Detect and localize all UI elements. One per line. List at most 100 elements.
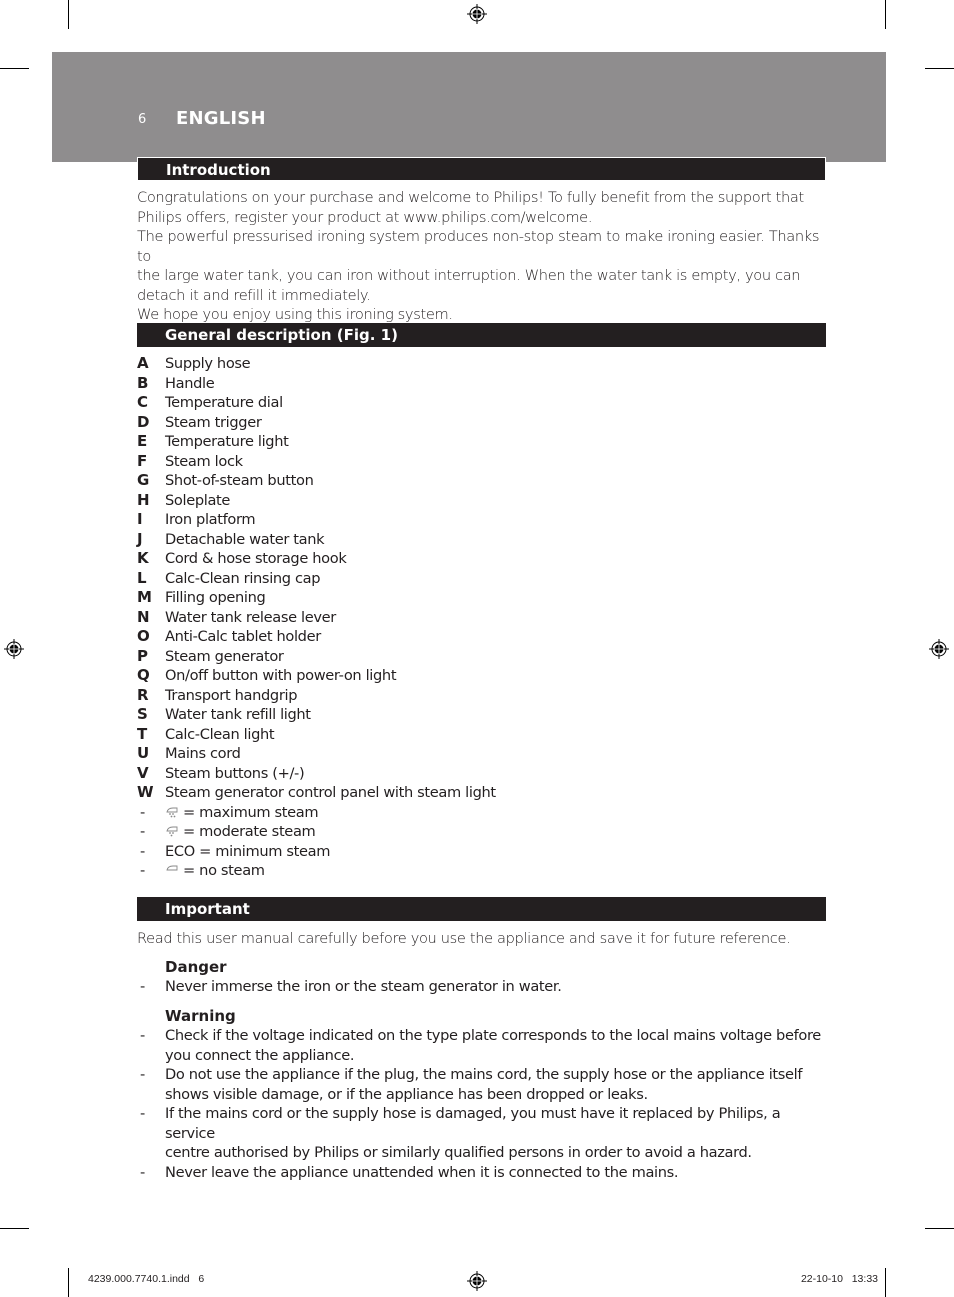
part-item: Q On/off button with power-on light	[137, 666, 837, 686]
steam-setting-item: - = maximum steam	[140, 803, 319, 821]
part-item: G Shot-of-steam button	[137, 471, 837, 491]
part-key: Q	[137, 666, 150, 684]
list-item: - Do not use the appliance if the plug, t…	[137, 1065, 837, 1104]
part-label: Detachable water tank	[165, 530, 325, 548]
list-item: - Check if the voltage indicated on the t…	[137, 1026, 837, 1065]
part-key: K	[137, 549, 149, 567]
part-label: Supply hose	[165, 355, 251, 372]
part-key: H	[137, 490, 150, 509]
moderate-steam-icon	[166, 826, 178, 837]
crop-mark	[885, 0, 886, 29]
text-line: detach it and refill it immediately.	[137, 286, 371, 304]
part-item: F Steam lock	[137, 452, 837, 472]
list-item-text: Do not use the appliance if the plug, th…	[165, 1065, 825, 1104]
list-item-text: Check if the voltage indicated on the ty…	[165, 1026, 825, 1065]
part-key: C	[137, 393, 148, 411]
part-item: H Soleplate	[137, 491, 837, 511]
part-label: Filling opening	[165, 589, 266, 606]
list-item-text: If the mains cord or the supply hose is …	[165, 1104, 825, 1163]
text-line: The powerful pressurised ironing system …	[137, 228, 820, 265]
part-item: E Temperature light	[137, 432, 837, 452]
part-item: V Steam buttons (+/-)	[137, 764, 837, 784]
text-line: the large water tank, you can iron witho…	[137, 267, 801, 284]
part-label: Soleplate	[165, 491, 231, 509]
part-label: Water tank refill light	[165, 706, 311, 723]
text-line: Do not use the appliance if the plug, th…	[165, 1066, 803, 1083]
part-item: I Iron platform	[137, 510, 837, 530]
part-label: Transport handgrip	[165, 686, 298, 704]
crop-mark	[68, 1268, 69, 1297]
crop-mark	[925, 1228, 954, 1229]
part-key: I	[137, 510, 143, 528]
crop-mark	[0, 1228, 29, 1229]
registration-mark-icon	[929, 639, 949, 659]
max-steam-icon	[166, 807, 178, 817]
part-label: Temperature dial	[165, 394, 283, 411]
part-key: V	[137, 763, 149, 782]
part-item: M Filling opening	[137, 588, 837, 608]
part-item: W Steam generator control panel with stea…	[137, 783, 837, 803]
part-key: M	[137, 588, 152, 606]
header-banner	[52, 52, 886, 162]
part-label: Steam trigger	[165, 413, 262, 431]
part-label: Steam lock	[165, 452, 243, 470]
section-heading-important: Important	[137, 897, 826, 921]
important-intro: Read this user manual carefully before y…	[137, 930, 791, 947]
steam-setting-text: = maximum steam	[183, 803, 319, 821]
part-item: P Steam generator	[137, 647, 837, 667]
list-item: - Never immerse the iron or the steam ge…	[137, 977, 837, 997]
part-item: O Anti-Calc tablet holder	[137, 627, 837, 647]
part-key: P	[137, 646, 148, 665]
registration-mark-icon	[467, 1271, 487, 1291]
text-line: We hope you enjoy using this ironing sys…	[137, 306, 453, 323]
page-number: 6	[138, 112, 147, 127]
text-line: If the mains cord or the supply hose is …	[165, 1105, 781, 1142]
warning-list: - Check if the voltage indicated on the t…	[137, 1026, 837, 1182]
steam-setting-text: = moderate steam	[183, 823, 316, 840]
part-label: Handle	[165, 374, 215, 392]
section-heading-general-description: General description (Fig. 1)	[137, 323, 826, 347]
list-item-text: Never leave the appliance unattended whe…	[165, 1163, 825, 1183]
part-label: Steam generator	[165, 647, 284, 665]
part-item: N Water tank release lever	[137, 608, 837, 628]
file-slug: 4239.000.7740.1.indd 6	[88, 1273, 205, 1285]
part-item: U Mains cord	[137, 744, 837, 764]
steam-setting-text: ECO = minimum steam	[165, 842, 331, 860]
text-line: shows visible damage, or if the applianc…	[165, 1085, 648, 1103]
part-item: A Supply hose	[137, 354, 837, 374]
part-key: G	[137, 471, 149, 489]
text-line: Philips offers, register your product at…	[137, 208, 593, 226]
section-heading-introduction: Introduction	[137, 157, 826, 181]
part-label: Cord & hose storage hook	[165, 550, 347, 567]
part-item: K Cord & hose storage hook	[137, 549, 837, 569]
part-item: R Transport handgrip	[137, 686, 837, 706]
list-item: - If the mains cord or the supply hose is…	[137, 1104, 837, 1163]
part-label: On/off button with power-on light	[165, 667, 397, 684]
part-item: T Calc-Clean light	[137, 725, 837, 745]
part-label: Iron platform	[165, 511, 256, 528]
text-line: you connect the appliance.	[165, 1046, 355, 1064]
part-key: D	[137, 412, 150, 431]
text-line: Check if the voltage indicated on the ty…	[165, 1027, 821, 1044]
part-key: R	[137, 685, 149, 704]
part-label: Temperature light	[165, 433, 289, 450]
part-key: L	[137, 568, 147, 587]
part-key: W	[137, 783, 154, 801]
part-key: N	[137, 607, 150, 626]
part-label: Water tank release lever	[165, 608, 336, 626]
part-key: J	[137, 529, 143, 548]
part-key: S	[137, 705, 148, 723]
part-item: S Water tank refill light	[137, 705, 837, 725]
steam-setting-item: - = moderate steam	[140, 823, 316, 840]
part-key: U	[137, 744, 149, 762]
part-key: F	[137, 451, 147, 470]
part-item: B Handle	[137, 374, 837, 394]
part-label: Mains cord	[165, 745, 241, 762]
part-item: D Steam trigger	[137, 413, 837, 433]
parts-list: A Supply hose B Handle C Temperature dial D Ste…	[137, 354, 837, 881]
part-label: Shot-of-steam button	[165, 472, 314, 489]
part-item: J Detachable water tank	[137, 530, 837, 550]
introduction-text: Congratulations on your purchase and wel…	[137, 188, 837, 325]
crop-mark	[0, 68, 29, 69]
text-line: centre authorised by Philips or similarl…	[165, 1144, 752, 1161]
